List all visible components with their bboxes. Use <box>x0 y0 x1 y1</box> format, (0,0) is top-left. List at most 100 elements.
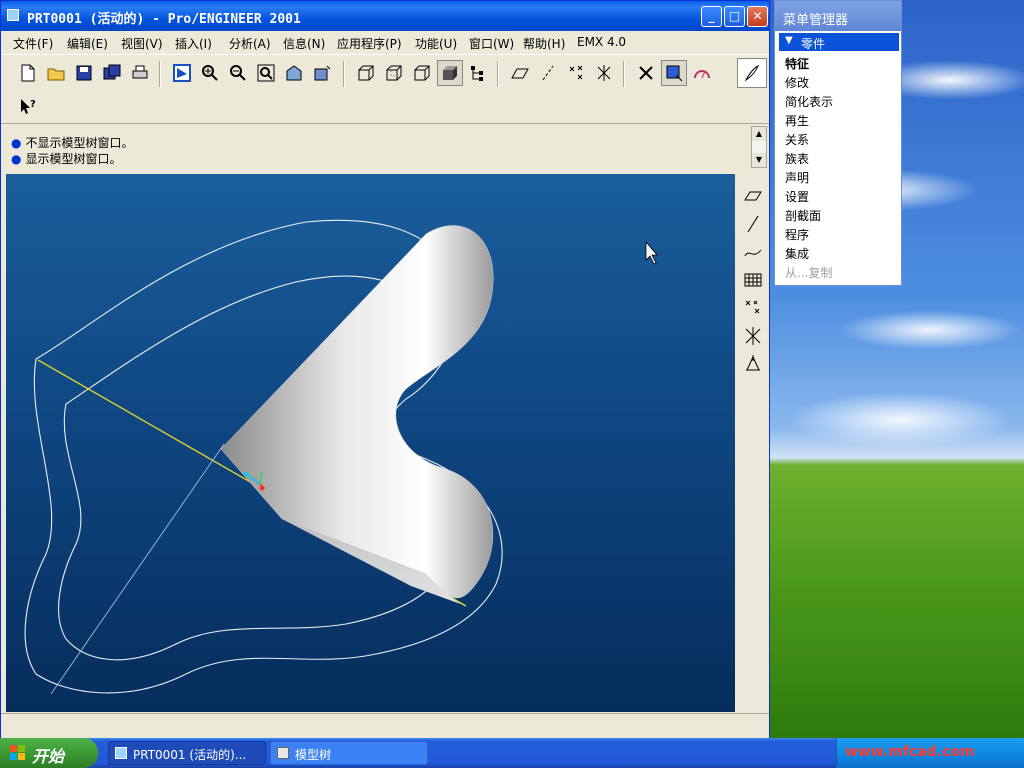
start-label: 开始 <box>32 747 65 766</box>
message-line: ● 不显示模型树窗口。 <box>11 134 134 151</box>
print-icon[interactable] <box>127 60 153 86</box>
taskbar-item-proe[interactable]: PRT0001 (活动的)... <box>108 741 266 765</box>
status-bar <box>1 713 769 738</box>
menu-manager-title-bar[interactable]: 菜单管理器 <box>775 1 901 31</box>
menu-manager-item[interactable]: 剖截面 <box>785 207 821 224</box>
menu-manager-item[interactable]: 程序 <box>785 226 809 243</box>
open-folder-icon[interactable] <box>43 60 69 86</box>
menu-manager-item: 从...复制 <box>785 266 833 280</box>
datum-curve-tool-icon[interactable] <box>741 240 765 264</box>
taskbar: 开始 PRT0001 (活动的)... 模型树 www.mfcad.com <box>0 738 1024 768</box>
annotation-icon[interactable] <box>689 60 715 86</box>
new-file-icon[interactable] <box>15 60 41 86</box>
menu-help[interactable]: 帮助(H) <box>523 35 565 52</box>
windows-logo-icon <box>10 745 26 761</box>
saved-views-icon[interactable] <box>309 60 335 86</box>
menu-analysis[interactable]: 分析(A) <box>229 35 271 52</box>
save-copy-icon[interactable] <box>99 60 125 86</box>
analysis-tool-icon[interactable] <box>741 352 765 376</box>
scroll-up-icon[interactable]: ▲ <box>752 127 766 141</box>
message-area: ● 不显示模型树窗口。 ● 显示模型树窗口。 ▲ ▼ <box>5 126 769 170</box>
datum-plane-tool-icon[interactable] <box>741 184 765 208</box>
proe-main-window: PRT0001 (活动的) - Pro/ENGINEER 2001 _ □ ✕ … <box>0 0 770 738</box>
menu-applications[interactable]: 应用程序(P) <box>337 35 402 52</box>
coordinate-system-tool-icon[interactable] <box>741 324 765 348</box>
menu-manager-item[interactable]: 声明 <box>785 169 809 186</box>
title-bar[interactable]: PRT0001 (活动的) - Pro/ENGINEER 2001 _ □ ✕ <box>1 1 769 31</box>
shading-icon[interactable] <box>437 60 463 86</box>
taskbar-item-model-tree[interactable]: 模型树 <box>270 741 428 765</box>
svg-text:?: ? <box>30 99 36 110</box>
hidden-line-icon[interactable] <box>381 60 407 86</box>
menu-utilities[interactable]: 功能(U) <box>415 35 457 52</box>
bullet-icon: ● <box>11 152 22 166</box>
context-help-icon[interactable]: ? <box>15 94 41 120</box>
scroll-down-icon[interactable]: ▼ <box>752 153 766 167</box>
toolbar-separator <box>159 61 161 87</box>
proe-window-icon <box>115 747 127 759</box>
menu-file[interactable]: 文件(F) <box>13 35 53 52</box>
datum-toolbar <box>737 174 769 712</box>
menu-window[interactable]: 窗口(W) <box>469 35 514 52</box>
menu-manager-title: 菜单管理器 <box>783 13 849 28</box>
menu-manager-item[interactable]: 再生 <box>785 112 809 129</box>
taskbar-item-label: PRT0001 (活动的)... <box>133 748 247 762</box>
select-filter-icon[interactable] <box>661 60 687 86</box>
datum-planes-icon[interactable] <box>507 60 533 86</box>
zoom-in-icon[interactable] <box>197 60 223 86</box>
close-button[interactable]: ✕ <box>747 6 768 27</box>
orient-icon[interactable] <box>281 60 307 86</box>
taskbar-item-label: 模型树 <box>295 748 332 762</box>
toolbar-separator <box>343 61 345 87</box>
graphics-viewport[interactable] <box>6 174 735 712</box>
menu-edit[interactable]: 编辑(E) <box>67 35 108 52</box>
menu-insert[interactable]: 插入(I) <box>175 35 212 52</box>
minimize-button[interactable]: _ <box>701 6 722 27</box>
menu-header-label: 零件 <box>801 37 826 51</box>
toolbar-separator <box>497 61 499 87</box>
maximize-button[interactable]: □ <box>724 6 745 27</box>
start-button[interactable]: 开始 <box>0 738 98 768</box>
menu-manager-panel: 菜单管理器 ▼ 零件 特征修改简化表示再生关系族表声明设置剖截面程序集成从...… <box>774 0 902 286</box>
menu-bar: 文件(F) 编辑(E) 视图(V) 插入(I) 分析(A) 信息(N) 应用程序… <box>1 31 769 53</box>
datum-point-tool-icon[interactable] <box>741 296 765 320</box>
bullet-icon: ● <box>11 136 22 150</box>
menu-info[interactable]: 信息(N) <box>283 35 325 52</box>
no-hidden-icon[interactable] <box>409 60 435 86</box>
refit-icon[interactable] <box>253 60 279 86</box>
menu-manager-item[interactable]: 特征 <box>785 55 809 72</box>
datum-graph-tool-icon[interactable] <box>741 268 765 292</box>
app-icon <box>7 9 19 21</box>
menu-manager-item[interactable]: 关系 <box>785 131 809 148</box>
datum-axes-icon[interactable] <box>535 60 561 86</box>
menu-manager-item[interactable]: 设置 <box>785 188 809 205</box>
main-toolbar <box>1 54 769 91</box>
triangle-down-icon: ▼ <box>785 35 793 46</box>
zoom-out-icon[interactable] <box>225 60 251 86</box>
sketcher-pen-icon[interactable] <box>737 58 767 88</box>
menu-manager-header[interactable]: ▼ 零件 <box>779 33 899 51</box>
message-text: 不显示模型树窗口。 <box>25 136 134 150</box>
save-icon[interactable] <box>71 60 97 86</box>
menu-manager-item[interactable]: 族表 <box>785 150 809 167</box>
message-scrollbar[interactable]: ▲ ▼ <box>751 126 767 168</box>
spin-center-icon[interactable] <box>633 60 659 86</box>
datum-points-icon[interactable] <box>563 60 589 86</box>
menu-emx[interactable]: EMX 4.0 <box>577 35 626 49</box>
message-text: 显示模型树窗口。 <box>25 152 122 166</box>
watermark-text: www.mfcad.com <box>845 744 975 760</box>
datum-axis-tool-icon[interactable] <box>741 212 765 236</box>
model-drawing <box>24 219 658 695</box>
menu-view[interactable]: 视图(V) <box>121 35 163 52</box>
model-tree-window-icon <box>277 747 289 759</box>
menu-manager-item[interactable]: 修改 <box>785 74 809 91</box>
wireframe-icon[interactable] <box>353 60 379 86</box>
coord-sys-icon[interactable] <box>591 60 617 86</box>
menu-manager-item[interactable]: 简化表示 <box>785 93 833 110</box>
help-toolbar: ? <box>1 91 769 124</box>
system-tray: www.mfcad.com <box>836 738 1024 768</box>
menu-manager-item[interactable]: 集成 <box>785 245 809 262</box>
redraw-icon[interactable] <box>169 60 195 86</box>
message-line: ● 显示模型树窗口。 <box>11 150 122 167</box>
model-tree-icon[interactable] <box>465 60 491 86</box>
